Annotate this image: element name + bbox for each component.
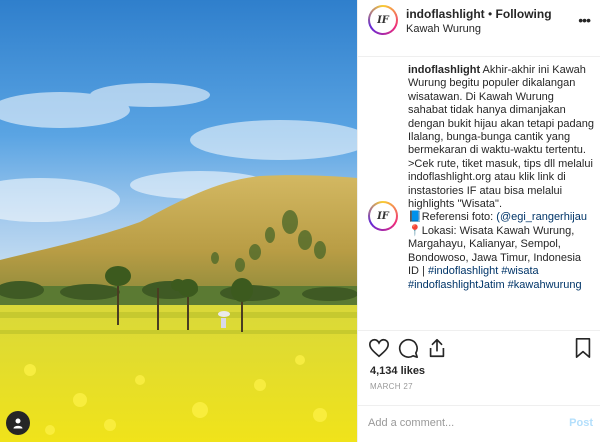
comment-icon[interactable]	[397, 337, 419, 359]
avatar[interactable]: IF	[368, 5, 398, 35]
comment-input[interactable]	[368, 417, 548, 429]
avatar-logo: IF	[370, 203, 396, 229]
post-actions: 4,134 likes MARCH 27 Post	[358, 330, 600, 443]
hashtag-links[interactable]: #indoflashlight #wisata #indoflashlightJ…	[408, 265, 582, 290]
location-link[interactable]: Kawah Wurung	[406, 23, 481, 35]
separator-dot: •	[488, 7, 493, 21]
caption-avatar[interactable]: IF	[368, 201, 398, 231]
post-details-panel: IF indoflashlight • Following Kawah Wuru…	[357, 0, 600, 442]
caption-text: indoflashlight Akhir-akhir ini Kawah Wur…	[408, 64, 594, 292]
referensi-label: 📘Referensi foto:	[408, 211, 497, 224]
likes-count[interactable]: 4,134 likes	[370, 365, 425, 377]
avatar-logo: IF	[370, 7, 396, 33]
post-header: IF indoflashlight • Following Kawah Wuru…	[358, 0, 600, 57]
bookmark-icon[interactable]	[572, 337, 594, 359]
more-horizontal-icon[interactable]: •••	[578, 12, 591, 28]
id-prefix: ID |	[408, 265, 425, 278]
caption-username[interactable]: indoflashlight	[408, 64, 480, 76]
header-user-line: indoflashlight • Following	[406, 7, 552, 21]
tagged-users-icon[interactable]	[6, 411, 30, 435]
action-icons	[368, 337, 594, 361]
post-comment-button[interactable]: Post	[569, 417, 593, 429]
post-date: MARCH 27	[370, 382, 413, 391]
heart-icon[interactable]	[368, 337, 390, 359]
share-icon[interactable]	[426, 337, 448, 359]
comment-bar: Post	[358, 405, 600, 444]
post-photo[interactable]	[0, 0, 357, 442]
caption-body: Akhir-akhir ini Kawah Wurung begitu popu…	[408, 64, 594, 211]
following-button[interactable]: Following	[496, 7, 552, 21]
mention-link[interactable]: (@egi_rangerhijau	[496, 211, 587, 223]
username-link[interactable]: indoflashlight	[406, 7, 485, 21]
landscape-image	[0, 0, 357, 442]
comments-scroll-area[interactable]: IF indoflashlight Akhir-akhir ini Kawah …	[358, 56, 600, 330]
lokasi-text: 📍Lokasi: Wisata Kawah Wurung, Margahayu,…	[408, 224, 582, 264]
